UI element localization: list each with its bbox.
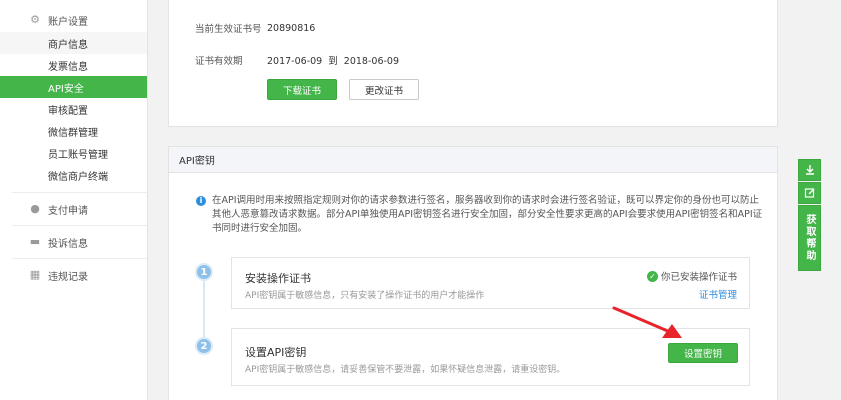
grid-icon: ▦ <box>29 268 41 281</box>
sidebar-group-violations[interactable]: ▦ 违规记录 <box>0 263 147 287</box>
sidebar-item-wechat-group[interactable]: 微信群管理 <box>0 120 147 142</box>
sidebar-group-complaints[interactable]: ▬ 投诉信息 <box>0 230 147 254</box>
step-1-title: 安装操作证书 <box>245 272 311 285</box>
download-icon[interactable] <box>798 159 821 181</box>
api-key-notice: 在API调用时用来按照指定规则对你的请求参数进行签名，服务器收到你的请求时会进行… <box>212 195 763 234</box>
set-api-key-button[interactable]: 设置密钥 <box>668 343 738 363</box>
sidebar-item-review-config[interactable]: 审核配置 <box>0 98 147 120</box>
sidebar-group-account-settings[interactable]: ⚙ 账户设置 <box>0 8 147 32</box>
check-icon: ✓ <box>646 270 658 282</box>
certificate-card: 当前生效证书号 20890816 证书有效期 2017-06-09 到 2018… <box>168 0 778 127</box>
step-1-desc: API密钥属于敏感信息，只有安装了操作证书的用户才能操作 <box>245 291 485 301</box>
sidebar-item-merchant-info[interactable]: 商户信息 <box>0 32 147 54</box>
certificate-validity-value: 2017-06-09 到 2018-06-09 <box>267 56 399 67</box>
divider <box>12 192 147 193</box>
sidebar: ⚙ 账户设置 商户信息 发票信息 API安全 审核配置 微信群管理 员工账号管理… <box>0 0 148 400</box>
sidebar-group-payment-apply[interactable]: ● 支付申请 <box>0 197 147 221</box>
certificate-serial-label: 当前生效证书号 <box>195 24 262 35</box>
sidebar-item-invoice-info[interactable]: 发票信息 <box>0 54 147 76</box>
change-certificate-button[interactable]: 更改证书 <box>349 79 419 100</box>
certificate-serial-value: 20890816 <box>267 22 316 34</box>
sidebar-item-staff-accounts[interactable]: 员工账号管理 <box>0 142 147 164</box>
download-certificate-button[interactable]: 下载证书 <box>267 79 337 100</box>
certificate-manage-link[interactable]: 证书管理 <box>699 287 737 301</box>
divider <box>12 225 147 226</box>
certificate-validity-label: 证书有效期 <box>195 56 243 67</box>
sidebar-item-api-security[interactable]: API安全 <box>0 76 147 98</box>
payment-icon: ● <box>30 202 40 215</box>
certificate-validity-row: 证书有效期 2017-06-09 到 2018-06-09 <box>195 53 399 67</box>
certificate-serial-row: 当前生效证书号 20890816 <box>195 21 316 36</box>
complaint-icon: ▬ <box>29 235 41 248</box>
step-2-title: 设置API密钥 <box>245 346 307 359</box>
api-key-section-title: API密钥 <box>169 147 777 173</box>
step-2-number: 2 <box>195 337 213 355</box>
gear-icon: ⚙ <box>30 13 40 26</box>
sidebar-item-merchant-terminal[interactable]: 微信商户终端 <box>0 164 147 186</box>
edit-icon[interactable] <box>798 182 821 204</box>
get-help-button[interactable]: 获取帮助 <box>798 205 821 271</box>
step-2-desc: API密钥属于敏感信息，请妥善保管不要泄露，如果怀疑信息泄露，请重设密钥。 <box>245 365 566 375</box>
step-1-number: 1 <box>195 263 213 281</box>
divider <box>12 258 147 259</box>
red-arrow-annotation <box>612 306 682 338</box>
certificate-installed-status: ✓ 你已安装操作证书 <box>646 269 737 283</box>
